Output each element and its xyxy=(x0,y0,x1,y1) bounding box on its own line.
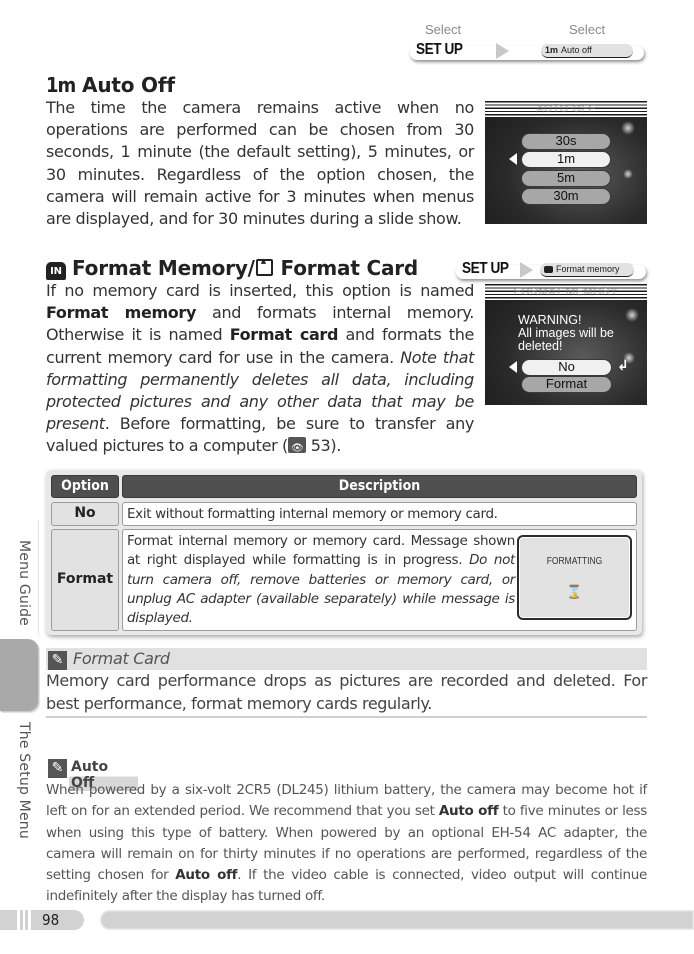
timer-1m-icon: 1m xyxy=(545,45,559,55)
internal-memory-icon xyxy=(544,266,553,273)
divider xyxy=(46,716,647,718)
side-tab-menu-guide[interactable]: Menu Guide xyxy=(16,540,32,626)
term-format-card: Format card xyxy=(229,325,339,345)
warning-line: deleted! xyxy=(518,339,563,353)
breadcrumb: SET UP 1m Auto off xyxy=(410,40,644,62)
note-heading-format-card: ✎ Format Card xyxy=(46,648,647,670)
heading-text: Auto Off xyxy=(82,73,175,97)
option-format[interactable]: Format xyxy=(521,376,612,393)
formatting-label: FORMATTING xyxy=(546,556,603,567)
screen-title-bar: AUTO OFF xyxy=(485,101,647,117)
format-description: If no memory card is inserted, this opti… xyxy=(46,280,474,461)
option-5m[interactable]: 5m xyxy=(521,170,611,187)
note-title: Format Card xyxy=(73,649,170,668)
breadcrumb-item: Format memory xyxy=(540,263,634,277)
section-heading-format: IN Format Memory/ Format Card xyxy=(42,256,425,280)
note-body-format-card: Memory card performance drops as picture… xyxy=(46,671,647,713)
table-row: No Exit without formatting internal memo… xyxy=(51,502,637,526)
text-run: . Before formatting, be sure to transfer… xyxy=(46,414,474,456)
auto-off-description: The time the camera remains active when … xyxy=(46,98,474,229)
footer-bar-segment xyxy=(0,910,17,930)
text-run: If no memory card is inserted, this opti… xyxy=(46,281,474,300)
page-reference-icon xyxy=(287,437,306,461)
internal-memory-icon: IN xyxy=(46,262,66,280)
selection-arrow-icon xyxy=(509,361,517,373)
breadcrumb-item: 1m Auto off xyxy=(541,44,633,58)
footer-bar-segment xyxy=(20,910,23,930)
option-cell: Format xyxy=(51,529,119,631)
arrow-right-icon xyxy=(520,262,533,278)
header-description: Description xyxy=(122,475,637,498)
breadcrumb-menu: SET UP xyxy=(462,260,509,277)
breadcrumb-format: SET UP Format memory xyxy=(456,259,646,281)
page-reference[interactable]: 53 xyxy=(311,436,331,455)
arrow-right-icon xyxy=(496,43,509,59)
breadcrumb-item-label: Auto off xyxy=(561,45,592,55)
options-table: Option Description No Exit without forma… xyxy=(46,470,642,635)
breadcrumb-menu: SET UP xyxy=(416,41,463,58)
side-tab-setup-menu[interactable]: The Setup Menu xyxy=(16,722,32,839)
term-format-memory: Format memory xyxy=(46,303,197,323)
option-1m[interactable]: 1m xyxy=(521,151,611,168)
note-pencil-icon: ✎ xyxy=(48,651,67,670)
text-run: ). xyxy=(330,436,341,456)
footer-bar xyxy=(100,910,694,930)
breadcrumb-item-label: Format memory xyxy=(556,264,620,274)
select-label-item: Select xyxy=(569,22,606,37)
heading-text-1: Format Memory/ xyxy=(72,256,255,280)
formatting-screen: FORMATTING ⌛ xyxy=(517,535,632,620)
header-option: Option xyxy=(51,475,119,498)
memory-card-icon xyxy=(255,257,273,276)
note-heading-auto-off: ✎ Auto Off xyxy=(46,757,138,791)
option-cell: No xyxy=(51,502,119,526)
bokeh-dot xyxy=(623,169,633,179)
option-30s[interactable]: 30s xyxy=(521,133,611,150)
bokeh-dot xyxy=(625,308,639,322)
side-divider xyxy=(38,520,39,635)
screen-title-bar: FORMAT MEMORY xyxy=(485,284,647,300)
note-pencil-icon: ✎ xyxy=(48,759,67,778)
selection-arrow-icon xyxy=(509,153,517,165)
table-row: Format Format internal memory or memory … xyxy=(51,529,637,631)
bokeh-dot xyxy=(621,121,635,135)
table-header-row: Option Description xyxy=(51,475,637,498)
select-label-menu: Select xyxy=(425,22,462,37)
hourglass-icon: ⌛ xyxy=(566,585,583,600)
option-no[interactable]: No xyxy=(521,359,612,376)
description-text: Format internal memory or memory card. M… xyxy=(123,530,519,630)
warning-message: WARNING! All images will be deleted! xyxy=(518,314,614,353)
footer-bar-segment xyxy=(25,910,28,930)
description-cell: Format internal memory or memory card. M… xyxy=(122,529,637,631)
option-30m[interactable]: 30m xyxy=(521,188,611,205)
format-memory-screen: FORMAT MEMORY WARNING! All images will b… xyxy=(485,284,647,405)
term-auto-off: Auto off xyxy=(438,803,499,820)
description-main: Format internal memory or memory card. M… xyxy=(127,533,515,569)
note-body-auto-off: When powered by a six-volt 2CR5 (DL245) … xyxy=(46,780,647,908)
section-heading-auto-off: 1m Auto Off xyxy=(42,73,181,97)
enter-icon: ↲ xyxy=(617,358,629,374)
term-auto-off: Auto off xyxy=(175,867,238,884)
auto-off-screen: AUTO OFF 30s 1m 5m 30m xyxy=(485,101,647,224)
screen-title: AUTO OFF xyxy=(536,103,596,115)
side-tab-marker xyxy=(0,639,38,711)
timer-1m-icon: 1m xyxy=(46,73,76,97)
page-number: 98 xyxy=(31,910,84,930)
screen-title: FORMAT MEMORY xyxy=(513,286,619,298)
heading-text-2: Format Card xyxy=(280,256,419,280)
description-cell: Exit without formatting internal memory … xyxy=(122,502,637,526)
